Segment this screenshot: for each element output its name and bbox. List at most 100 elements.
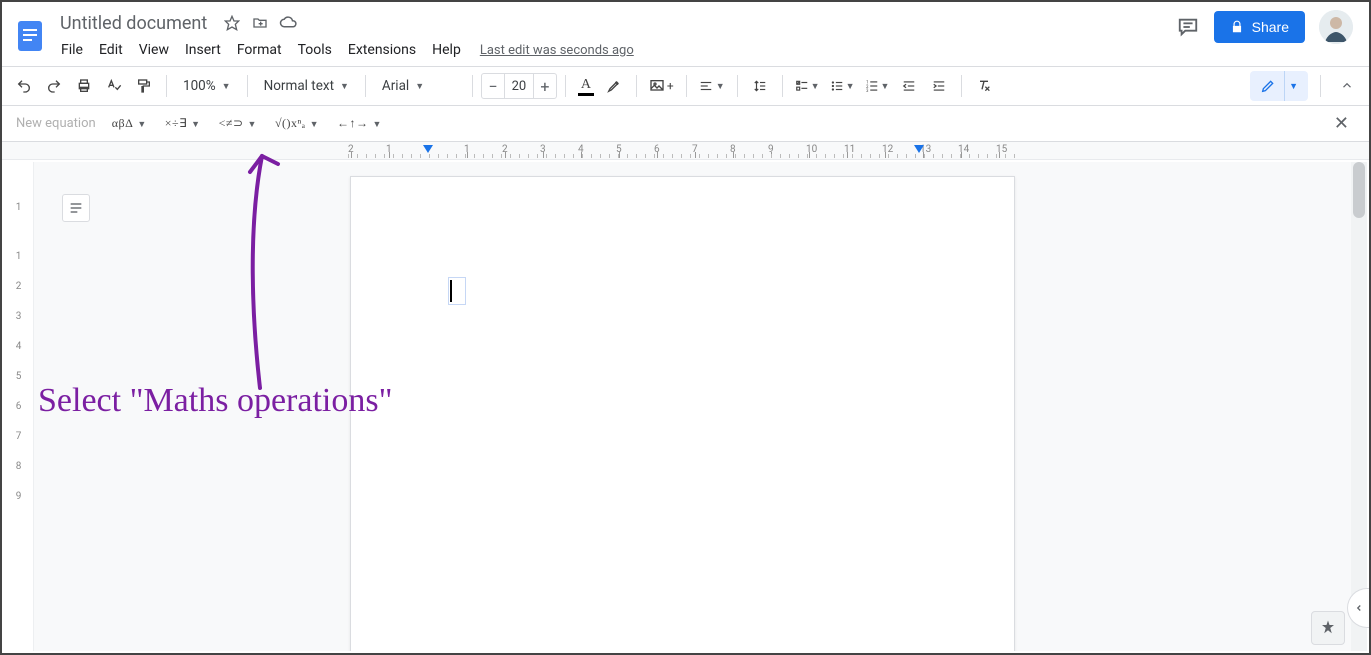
equation-greek-button[interactable]: αβΔ▼ xyxy=(108,112,151,135)
zoom-value: 100% xyxy=(183,78,216,94)
line-spacing-button[interactable] xyxy=(746,72,774,100)
menu-insert[interactable]: Insert xyxy=(178,38,228,62)
pencil-icon xyxy=(1260,78,1276,94)
text-color-button[interactable]: A xyxy=(574,77,598,96)
star-icon[interactable] xyxy=(223,14,241,32)
chevron-down-icon: ▼ xyxy=(373,119,382,129)
chevron-down-icon: ▼ xyxy=(846,81,855,92)
editing-mode-button[interactable]: ▼ xyxy=(1250,71,1308,101)
ruler-label: 11 xyxy=(844,144,855,155)
undo-button[interactable] xyxy=(10,72,38,100)
font-size-control: − 20 + xyxy=(481,73,557,99)
insert-image-button[interactable]: + xyxy=(645,72,678,100)
move-icon[interactable] xyxy=(251,14,269,32)
separator xyxy=(636,75,637,97)
equation-arrows-button[interactable]: ←↑→▼ xyxy=(333,112,386,135)
svg-text:3: 3 xyxy=(866,88,869,93)
header-bar: Untitled document File Edit View Insert … xyxy=(2,2,1369,66)
scrollbar-thumb[interactable] xyxy=(1353,162,1365,218)
separator xyxy=(247,75,248,97)
vertical-scrollbar[interactable] xyxy=(1351,162,1367,651)
print-button[interactable] xyxy=(70,72,98,100)
chevron-down-icon: ▼ xyxy=(881,81,890,92)
equation-close-button[interactable]: ✕ xyxy=(1328,113,1355,134)
chevron-down-icon: ▼ xyxy=(191,119,200,129)
spellcheck-button[interactable] xyxy=(100,72,128,100)
equation-operations-button[interactable]: ×÷∃▼ xyxy=(161,112,205,135)
ruler-label: 5 xyxy=(16,371,22,382)
comments-icon[interactable] xyxy=(1176,15,1200,39)
chevron-down-icon: ▼ xyxy=(415,81,424,92)
chevron-down-icon: ▼ xyxy=(811,81,820,92)
ruler-label: 1 xyxy=(16,202,22,213)
lock-icon xyxy=(1230,20,1244,34)
ruler-label: 1 xyxy=(16,251,22,262)
menu-edit[interactable]: Edit xyxy=(92,38,130,62)
menu-extensions[interactable]: Extensions xyxy=(341,38,423,62)
header-right: Share xyxy=(1176,10,1361,44)
align-button[interactable]: ▼ xyxy=(695,72,729,100)
docs-app-icon[interactable] xyxy=(10,10,50,62)
font-select[interactable]: Arial▼ xyxy=(374,72,464,100)
equation-toolbar: New equation αβΔ▼ ×÷∃▼ <≠⊃▼ √()xⁿₐ▼ ←↑→▼… xyxy=(2,106,1369,142)
font-size-increase[interactable]: + xyxy=(534,77,556,96)
collapse-toolbar-button[interactable] xyxy=(1333,72,1361,100)
redo-button[interactable] xyxy=(40,72,68,100)
numbered-list-button[interactable]: 123▼ xyxy=(861,72,894,100)
explore-button[interactable] xyxy=(1311,611,1345,645)
font-size-decrease[interactable]: − xyxy=(482,77,504,96)
menu-view[interactable]: View xyxy=(132,38,176,62)
chevron-down-icon: ▼ xyxy=(716,81,725,92)
bulleted-list-button[interactable]: ▼ xyxy=(826,72,859,100)
document-title[interactable]: Untitled document xyxy=(54,11,213,36)
account-avatar[interactable] xyxy=(1319,10,1353,44)
separator xyxy=(686,75,687,97)
increase-indent-button[interactable] xyxy=(925,72,953,100)
menu-tools[interactable]: Tools xyxy=(291,38,339,62)
checklist-button[interactable]: ▼ xyxy=(791,72,824,100)
horizontal-ruler[interactable]: 21123456789101112131415 xyxy=(2,142,1369,160)
ruler-label: 3 xyxy=(16,311,22,322)
separator xyxy=(737,75,738,97)
ruler-label: 8 xyxy=(16,461,22,472)
zoom-select[interactable]: 100%▼ xyxy=(175,72,239,100)
text-cursor xyxy=(450,280,452,302)
decrease-indent-button[interactable] xyxy=(895,72,923,100)
share-button[interactable]: Share xyxy=(1214,11,1305,43)
separator xyxy=(782,75,783,97)
cloud-status-icon[interactable] xyxy=(279,14,297,32)
equation-input-box[interactable] xyxy=(448,277,466,305)
last-edit-link[interactable]: Last edit was seconds ago xyxy=(480,43,634,58)
equation-relations-button[interactable]: <≠⊃▼ xyxy=(215,112,261,135)
ruler-label: 4 xyxy=(16,341,22,352)
separator xyxy=(472,75,473,97)
clear-formatting-button[interactable] xyxy=(970,72,998,100)
separator xyxy=(961,75,962,97)
separator xyxy=(166,75,167,97)
menu-format[interactable]: Format xyxy=(230,38,289,62)
title-row: Untitled document xyxy=(54,10,1176,36)
ruler-label: 2 xyxy=(16,281,22,292)
title-area: Untitled document File Edit View Insert … xyxy=(54,10,1176,62)
separator xyxy=(1320,75,1321,97)
separator xyxy=(565,75,566,97)
document-page[interactable] xyxy=(350,176,1015,651)
highlight-color-button[interactable] xyxy=(600,72,628,100)
paragraph-style-select[interactable]: Normal text▼ xyxy=(256,72,357,100)
chevron-down-icon: ▼ xyxy=(137,119,146,129)
ruler-label: 7 xyxy=(16,431,22,442)
new-equation-label[interactable]: New equation xyxy=(16,116,96,131)
share-label: Share xyxy=(1252,19,1289,35)
chevron-down-icon: ▼ xyxy=(1289,81,1298,92)
ruler-label: 9 xyxy=(16,491,22,502)
chevron-down-icon: ▼ xyxy=(310,119,319,129)
paint-format-button[interactable] xyxy=(130,72,158,100)
canvas-area xyxy=(34,162,1367,651)
menu-file[interactable]: File xyxy=(54,38,90,62)
font-size-input[interactable]: 20 xyxy=(504,74,534,98)
vertical-ruler[interactable]: 1123456789 xyxy=(4,162,34,651)
outline-toggle-button[interactable] xyxy=(62,194,90,222)
toolbar-right: ▼ xyxy=(1250,71,1361,101)
equation-math-button[interactable]: √()xⁿₐ▼ xyxy=(271,112,323,135)
menu-help[interactable]: Help xyxy=(425,38,468,62)
